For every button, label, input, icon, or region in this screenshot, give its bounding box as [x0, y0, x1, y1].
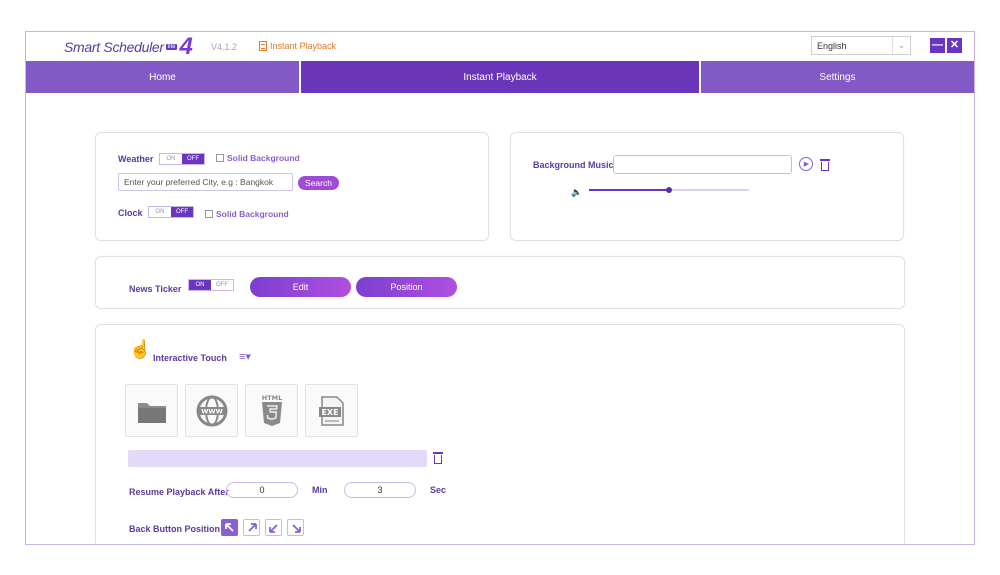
logo-text: Smart Scheduler [64, 39, 164, 55]
background-music-input[interactable] [613, 155, 792, 174]
back-position-top-right[interactable] [243, 519, 260, 536]
resume-seconds-input[interactable]: 3 [344, 482, 416, 498]
touch-trash-icon[interactable] [433, 452, 443, 464]
volume-slider[interactable] [589, 187, 749, 193]
weather-solid-background-checkbox[interactable] [216, 154, 224, 162]
clock-solid-background-checkbox[interactable] [205, 210, 213, 218]
clock-solid-background[interactable]: Solid Background [205, 209, 289, 219]
language-select[interactable]: English ⌄ [811, 36, 911, 55]
search-button[interactable]: Search [298, 176, 339, 190]
instant-playback-link-label: Instant Playback [270, 41, 337, 51]
interactive-touch-panel: ☝ Interactive Touch ≡▾ WWW HTML EXE Resu… [95, 324, 905, 544]
arrow-up-left-icon [224, 522, 234, 532]
tab-settings[interactable]: Settings [701, 61, 974, 93]
logo-badge: lite [165, 44, 178, 50]
play-icon[interactable]: ▶ [799, 157, 813, 171]
minimize-button[interactable]: — [930, 38, 945, 53]
back-button-position-label: Back Button Position [129, 524, 221, 534]
news-ticker-toggle[interactable]: ON OFF [188, 279, 234, 291]
trash-icon[interactable] [820, 159, 830, 171]
www-icon: WWW [196, 395, 227, 426]
tab-home[interactable]: Home [26, 61, 299, 93]
exe-tile[interactable]: EXE [305, 384, 358, 437]
weather-toggle[interactable]: ON OFF [159, 153, 205, 165]
clock-toggle-off: OFF [171, 207, 193, 217]
resume-playback-label: Resume Playback After [129, 487, 229, 497]
clock-solid-background-label: Solid Background [216, 209, 289, 219]
main-nav: Home Instant Playback Settings [26, 61, 974, 93]
back-position-bottom-right[interactable] [287, 519, 304, 536]
news-ticker-panel: News Ticker ON OFF Edit Position [95, 256, 905, 309]
interactive-touch-label: Interactive Touch [153, 353, 227, 363]
html-tile[interactable]: HTML [245, 384, 298, 437]
svg-text:EXE: EXE [321, 408, 338, 417]
pointing-hand-icon: ☝ [129, 339, 152, 359]
folder-icon [137, 402, 166, 423]
title-bar: Smart Scheduler lite 4 V4.1.2 Instant Pl… [26, 32, 974, 61]
list-dropdown-icon[interactable]: ≡▾ [239, 350, 251, 363]
news-ticker-label: News Ticker [129, 284, 182, 294]
clock-toggle-on: ON [149, 207, 171, 217]
position-button[interactable]: Position [356, 277, 457, 297]
weather-toggle-off: OFF [182, 154, 204, 164]
weather-solid-background[interactable]: Solid Background [216, 153, 300, 163]
app-window: Smart Scheduler lite 4 V4.1.2 Instant Pl… [25, 31, 975, 545]
svg-text:WWW: WWW [201, 407, 223, 415]
city-input[interactable]: Enter your preferred City, e.g : Bangkok [118, 173, 293, 191]
html5-icon: HTML [261, 394, 282, 426]
speaker-icon: 🔈 [571, 187, 583, 197]
web-tile[interactable]: WWW [185, 384, 238, 437]
clock-toggle[interactable]: ON OFF [148, 206, 194, 218]
back-position-top-left[interactable] [221, 519, 238, 536]
edit-button[interactable]: Edit [250, 277, 351, 297]
arrow-down-left-icon [268, 523, 278, 533]
clock-label: Clock [118, 208, 143, 218]
language-value: English [817, 41, 847, 51]
close-button[interactable]: ✕ [947, 38, 962, 53]
volume-slider-fill [589, 189, 669, 191]
document-icon [259, 41, 267, 51]
back-position-bottom-left[interactable] [265, 519, 282, 536]
app-logo: Smart Scheduler lite 4 [64, 33, 193, 60]
background-music-label: Background Music [533, 160, 614, 170]
weather-toggle-on: ON [160, 154, 182, 164]
minutes-unit: Min [312, 485, 328, 495]
volume-slider-knob[interactable] [666, 187, 672, 193]
version-label: V4.1.2 [211, 42, 238, 52]
tab-instant-playback[interactable]: Instant Playback [301, 61, 699, 93]
arrow-up-right-icon [247, 522, 257, 532]
weather-clock-panel: Weather ON OFF Solid Background Enter yo… [95, 132, 489, 241]
weather-solid-background-label: Solid Background [227, 153, 300, 163]
instant-playback-link[interactable]: Instant Playback [259, 41, 336, 51]
svg-text:HTML: HTML [261, 394, 281, 402]
news-ticker-toggle-on: ON [189, 280, 211, 290]
seconds-unit: Sec [430, 485, 447, 495]
weather-label: Weather [118, 154, 154, 164]
resume-minutes-input[interactable]: 0 [226, 482, 298, 498]
logo-version-mark: 4 [179, 33, 193, 60]
exe-icon: EXE [318, 395, 344, 426]
background-music-panel: Background Music ▶ 🔈 [510, 132, 904, 241]
folder-tile[interactable] [125, 384, 178, 437]
arrow-down-right-icon [291, 523, 301, 533]
news-ticker-toggle-off: OFF [211, 280, 233, 290]
touch-path-bar[interactable] [128, 450, 427, 467]
chevron-down-icon: ⌄ [892, 37, 910, 54]
